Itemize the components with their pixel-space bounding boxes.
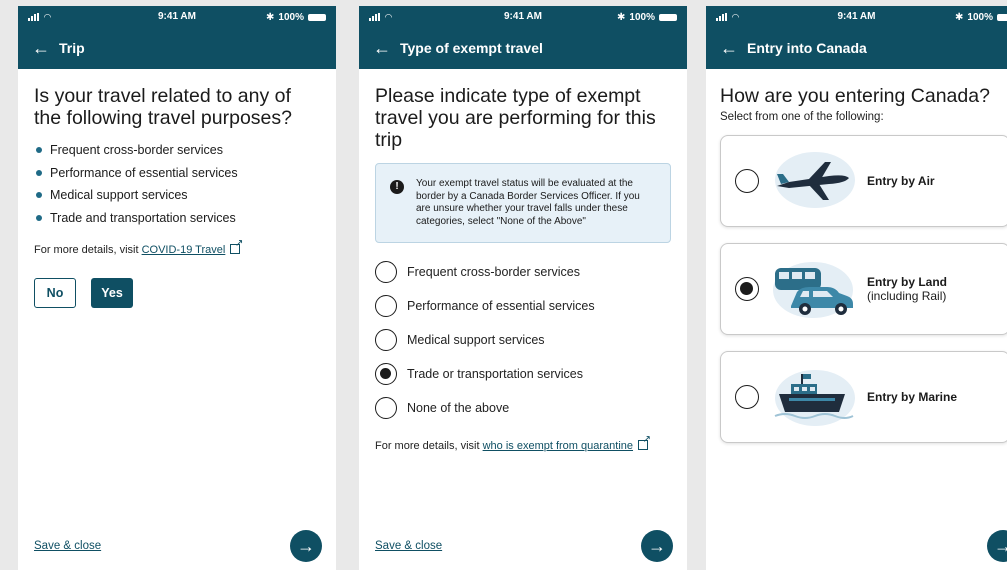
external-link-icon [230,238,243,254]
save-close-link[interactable]: Save & close [375,540,442,552]
ship-icon [774,370,855,426]
arrow-right-icon: → [648,535,666,556]
status-time: 9:41 AM [837,11,876,22]
list-item: Medical support services [34,184,320,207]
info-notice: ! Your exempt travel status will be eval… [375,163,671,243]
exempt-type-radio-group: Frequent cross-border services Performan… [375,255,671,425]
entry-title: Entry by Air [867,174,935,188]
radio-option-none[interactable]: None of the above [375,391,671,425]
radio-label: Frequent cross-border services [407,265,580,279]
no-button[interactable]: No [34,278,76,308]
entry-option-marine[interactable]: Entry by Marine [720,351,1007,443]
car-train-icon [773,262,853,318]
purpose-list: Frequent cross-border services Performan… [34,139,320,229]
instruction-text: Select from one of the following: [720,111,884,123]
radio-label: None of the above [407,401,510,415]
status-bar: ◠ 9:41 AM ✱ 100% [359,6,687,28]
status-time: 9:41 AM [158,11,196,22]
next-arrow-button[interactable]: → [641,530,673,562]
radio-button[interactable] [375,329,397,351]
radio-option-essential-services[interactable]: Performance of essential services [375,289,671,323]
exempt-travel-screen: ◠ 9:41 AM ✱ 100% ← Type of exempt travel … [359,6,687,570]
page-title: Trip [59,40,85,56]
question-heading: Please indicate type of exempt travel yo… [375,85,656,151]
info-text: Your exempt travel status will be evalua… [416,178,640,227]
details-text: For more details, visit who is exempt fr… [375,434,671,452]
radio-button[interactable] [375,397,397,419]
status-time: 9:41 AM [504,11,542,22]
arrow-right-icon: → [994,535,1007,556]
exempt-quarantine-link[interactable]: who is exempt from quarantine [483,440,633,452]
info-icon: ! [390,180,404,194]
trip-screen: ◠ 9:41 AM ✱ 100% ← Trip Is your travel re… [18,6,336,570]
entry-option-land[interactable]: Entry by Land (including Rail) [720,243,1007,335]
radio-label: Trade or transportation services [407,367,584,381]
radio-button[interactable] [735,169,759,193]
radio-option-trade-transportation[interactable]: Trade or transportation services [375,357,671,391]
radio-button-selected[interactable] [735,277,759,301]
arrow-right-icon: → [297,535,315,556]
list-item: Performance of essential services [34,162,320,185]
app-header: ◠ 9:41 AM ✱ 100% ← Trip [18,6,336,69]
status-bar: ◠ 9:41 AM ✱ 100% [18,6,336,28]
airplane-icon [775,152,855,208]
next-arrow-button[interactable]: → [290,530,322,562]
radio-option-frequent-cross-border[interactable]: Frequent cross-border services [375,255,671,289]
radio-button[interactable] [375,261,397,283]
covid-travel-link[interactable]: COVID-19 Travel [142,244,226,256]
radio-option-medical-support[interactable]: Medical support services [375,323,671,357]
app-header: ◠ 9:41 AM ✱ 100% ← Entry into Canada [706,6,1007,69]
page-title: Entry into Canada [747,40,867,56]
back-arrow-icon[interactable]: ← [373,39,391,57]
entry-title: Entry by Land [867,275,948,289]
radio-label: Medical support services [407,333,545,347]
list-item: Trade and transportation services [34,207,320,230]
radio-label: Performance of essential services [407,299,595,313]
list-item: Frequent cross-border services [34,139,320,162]
page-title: Type of exempt travel [400,40,543,56]
radio-button[interactable] [375,295,397,317]
details-prefix: For more details, visit [34,244,139,256]
question-heading: How are you entering Canada? [720,85,990,107]
entry-canada-screen: ◠ 9:41 AM ✱ 100% ← Entry into Canada How … [706,6,1007,570]
radio-button[interactable] [735,385,759,409]
next-arrow-button[interactable]: → [987,530,1007,562]
status-bar: ◠ 9:41 AM ✱ 100% [706,6,1007,28]
yes-button[interactable]: Yes [91,278,133,308]
question-heading: Is your travel related to any of the fol… [34,85,292,129]
radio-button-selected[interactable] [375,363,397,385]
details-prefix: For more details, visit [375,440,480,452]
app-header: ◠ 9:41 AM ✱ 100% ← Type of exempt travel [359,6,687,69]
details-text: For more details, visit COVID-19 Travel [34,238,320,256]
entry-option-air[interactable]: Entry by Air [720,135,1007,227]
external-link-icon [638,434,651,450]
entry-subtitle: (including Rail) [867,289,947,303]
back-arrow-icon[interactable]: ← [32,39,50,57]
back-arrow-icon[interactable]: ← [720,39,738,57]
save-close-link[interactable]: Save & close [34,540,101,552]
entry-title: Entry by Marine [867,390,958,404]
